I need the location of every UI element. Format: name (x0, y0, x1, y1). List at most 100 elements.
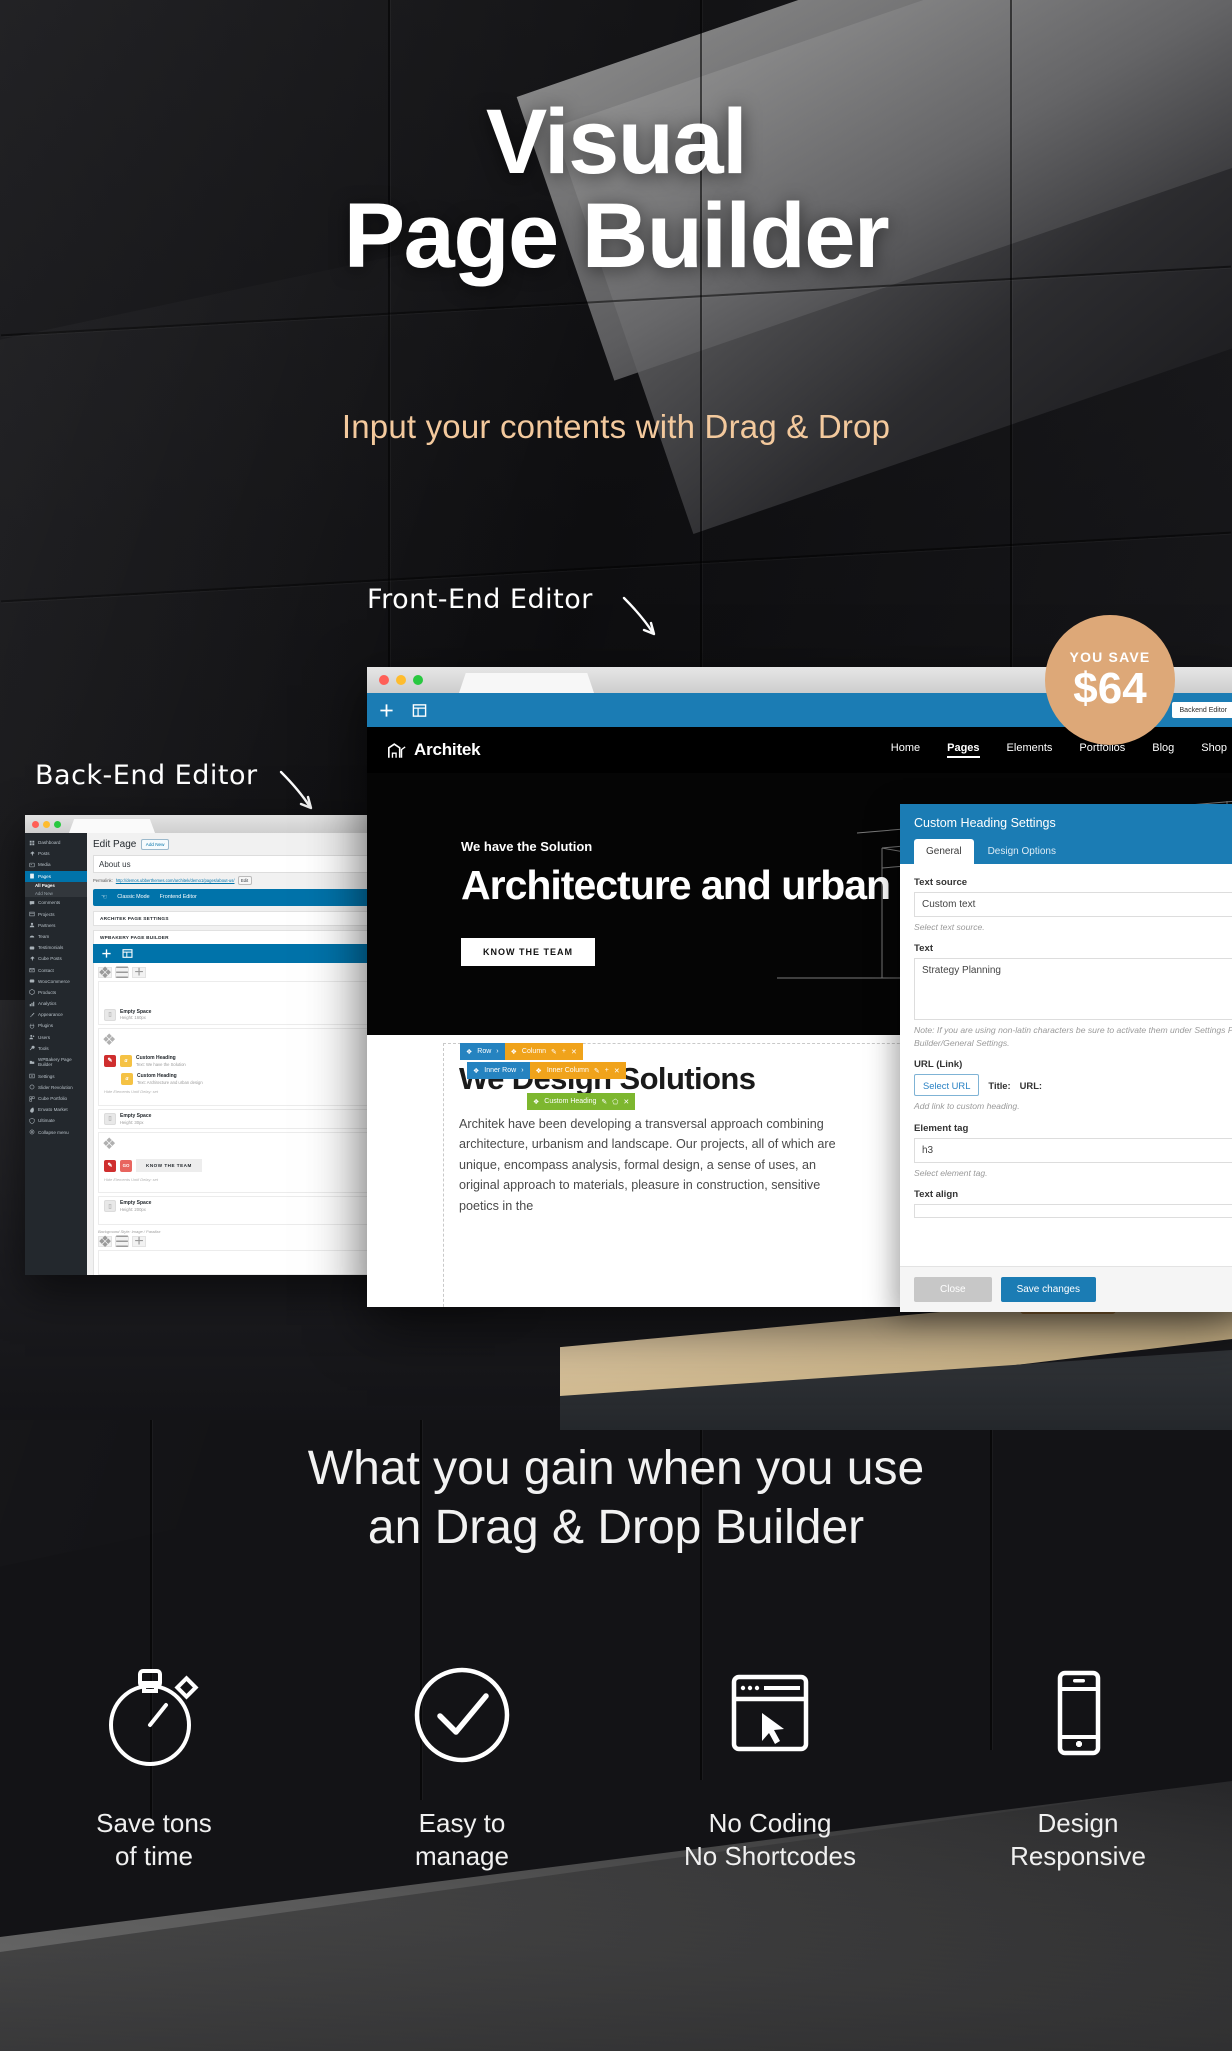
maximize-window-icon[interactable] (413, 675, 423, 685)
plus-icon[interactable] (379, 703, 394, 718)
plus-icon[interactable]: + (132, 964, 146, 981)
nav-blog[interactable]: Blog (1152, 742, 1174, 758)
add-icon[interactable]: + (605, 1067, 609, 1074)
drag-handle-icon[interactable]: ❖ (98, 1234, 112, 1251)
feature-line1: Design (1037, 1808, 1119, 1838)
permalink-edit-button[interactable]: Edit (237, 876, 252, 885)
sidebar-item-label: Slider Revolution (38, 1084, 73, 1090)
edit-icon[interactable]: ✎ (551, 1048, 557, 1056)
sidebar-item-slider-revolution[interactable]: Slider Revolution (25, 1082, 87, 1093)
sidebar-item-label: Analytics (38, 1001, 57, 1007)
element-tag-select[interactable]: h3 (914, 1137, 1232, 1163)
drag-handle-icon: ❖ (510, 1048, 517, 1056)
drag-handle-icon: ❖ (533, 1098, 540, 1106)
plus-icon[interactable] (101, 948, 112, 959)
text-source-select[interactable]: Custom text (914, 892, 1232, 917)
backend-editor-button[interactable]: Backend Editor (1171, 702, 1232, 718)
heading-icon: a (120, 1054, 132, 1067)
feature-line2: No Shortcodes (684, 1841, 856, 1872)
permalink-url[interactable]: http://demos.ubberthemes.com/architek/de… (116, 878, 235, 883)
sidebar-item-cube-posts[interactable]: Cube Posts (25, 953, 87, 964)
nav-home[interactable]: Home (891, 742, 920, 758)
sidebar-item-tools[interactable]: Tools (25, 1043, 87, 1054)
vc-row-control[interactable]: ❖ Row › (460, 1043, 505, 1060)
sidebar-item-posts[interactable]: Posts (25, 848, 87, 859)
edit-icon[interactable]: ✎ (594, 1067, 600, 1075)
sidebar-item-pages[interactable]: Pages (25, 870, 87, 882)
vc-column-control[interactable]: ❖ Column ✎ + ✕ (504, 1043, 583, 1060)
add-new-button[interactable]: Add New (141, 839, 169, 850)
browser-tab[interactable] (69, 819, 155, 833)
minimize-window-icon[interactable] (43, 820, 50, 828)
sidebar-item-comments[interactable]: Comments (25, 897, 87, 908)
text-textarea[interactable]: Strategy Planning (914, 958, 1232, 1021)
frontend-editor-button[interactable]: Frontend Editor (160, 894, 197, 900)
edit-icon[interactable]: ✎ (601, 1098, 607, 1106)
sidebar-item-analytics[interactable]: Analytics (25, 998, 87, 1009)
vc-custom-heading-control[interactable]: ❖ Custom Heading ✎ ⬠ ✕ (527, 1093, 636, 1110)
drag-handle-icon[interactable]: ❖ (102, 1030, 116, 1050)
close-icon[interactable]: ✕ (623, 1098, 629, 1106)
layout-icon[interactable] (412, 703, 427, 718)
drag-handle-icon[interactable]: ❖ (98, 965, 112, 982)
sidebar-item-wpbakery[interactable]: WPBakery Page Builder (25, 1054, 87, 1071)
sidebar-item-dashboard[interactable]: Dashboard (25, 837, 87, 848)
submenu-all-pages[interactable]: All Pages (25, 881, 87, 890)
classic-mode-button[interactable]: Classic Mode (117, 894, 149, 900)
text-align-select[interactable] (914, 1204, 1232, 1219)
sidebar-item-products[interactable]: Products (25, 987, 87, 998)
save-changes-button[interactable]: Save changes (1000, 1277, 1096, 1302)
browser-tab[interactable] (459, 673, 594, 693)
nav-shop[interactable]: Shop (1201, 742, 1227, 758)
maximize-window-icon[interactable] (54, 820, 61, 828)
know-the-team-button[interactable]: KNOW THE TEAM (136, 1159, 202, 1173)
layout-icon[interactable] (122, 948, 133, 959)
sidebar-item-ultimate[interactable]: Ultimate (25, 1115, 87, 1126)
url-hint: Add link to custom heading. (914, 1101, 1020, 1112)
vc-inner-column-control[interactable]: ❖ Inner Column ✎ + ✕ (529, 1062, 626, 1079)
add-icon[interactable]: + (562, 1048, 566, 1055)
clone-icon[interactable]: ⬠ (612, 1098, 618, 1106)
close-window-icon[interactable] (379, 675, 389, 685)
sidebar-item-label: Cube Posts (38, 956, 62, 962)
site-brand[interactable]: Architek (387, 740, 481, 760)
sidebar-item-partners[interactable]: Partners (25, 920, 87, 931)
custom-heading-settings-modal: Custom Heading Settings General Design O… (900, 804, 1232, 1312)
feature-line1: Save tons (96, 1808, 212, 1838)
sidebar-item-collapse-menu[interactable]: Collapse menu (25, 1127, 87, 1138)
sidebar-item-plugins[interactable]: Plugins (25, 1020, 87, 1031)
tab-design-options[interactable]: Design Options (976, 839, 1068, 864)
know-the-team-button[interactable]: KNOW THE TEAM (461, 938, 595, 966)
sidebar-item-settings[interactable]: Settings (25, 1071, 87, 1082)
sidebar-item-testimonials[interactable]: Testimonials (25, 942, 87, 953)
list-icon[interactable]: ☰ (115, 965, 129, 982)
nav-elements[interactable]: Elements (1007, 742, 1053, 758)
minimize-window-icon[interactable] (396, 675, 406, 685)
drag-handle-icon[interactable]: ❖ (102, 1134, 116, 1154)
tab-general[interactable]: General (914, 839, 974, 864)
list-icon[interactable]: ☰ (115, 1234, 129, 1251)
close-icon[interactable]: ✕ (614, 1067, 620, 1075)
modal-footer: Close Save changes (900, 1266, 1232, 1312)
select-url-button[interactable]: Select URL (914, 1074, 980, 1097)
team-icon (29, 936, 35, 938)
vc-inner-row-control[interactable]: ❖ Inner Row › (467, 1062, 530, 1079)
close-window-icon[interactable] (32, 820, 39, 828)
close-button[interactable]: Close (914, 1277, 992, 1302)
close-icon[interactable]: ✕ (571, 1048, 577, 1056)
sidebar-item-label: Team (38, 933, 50, 939)
sidebar-item-contact[interactable]: Contact (25, 964, 87, 975)
sidebar-item-media[interactable]: Media (25, 859, 87, 870)
vc-element-text: Empty Space Height: 30px (120, 1113, 151, 1125)
sidebar-item-woocommerce[interactable]: WooCommerce (25, 976, 87, 987)
submenu-add-new[interactable]: Add New (25, 889, 87, 898)
plus-icon[interactable]: + (132, 1233, 146, 1250)
sidebar-item-projects[interactable]: Projects (25, 909, 87, 920)
sidebar-item-cube-portfolio[interactable]: Cube Portfolio (25, 1093, 87, 1104)
sidebar-item-appearance[interactable]: Appearance (25, 1009, 87, 1020)
nav-pages[interactable]: Pages (947, 742, 980, 758)
sidebar-item-users[interactable]: Users (25, 1032, 87, 1043)
sidebar-item-envato-market[interactable]: Envato Market (25, 1104, 87, 1115)
feature-line1: No Coding (708, 1808, 832, 1838)
sidebar-item-team[interactable]: Team (25, 931, 87, 942)
